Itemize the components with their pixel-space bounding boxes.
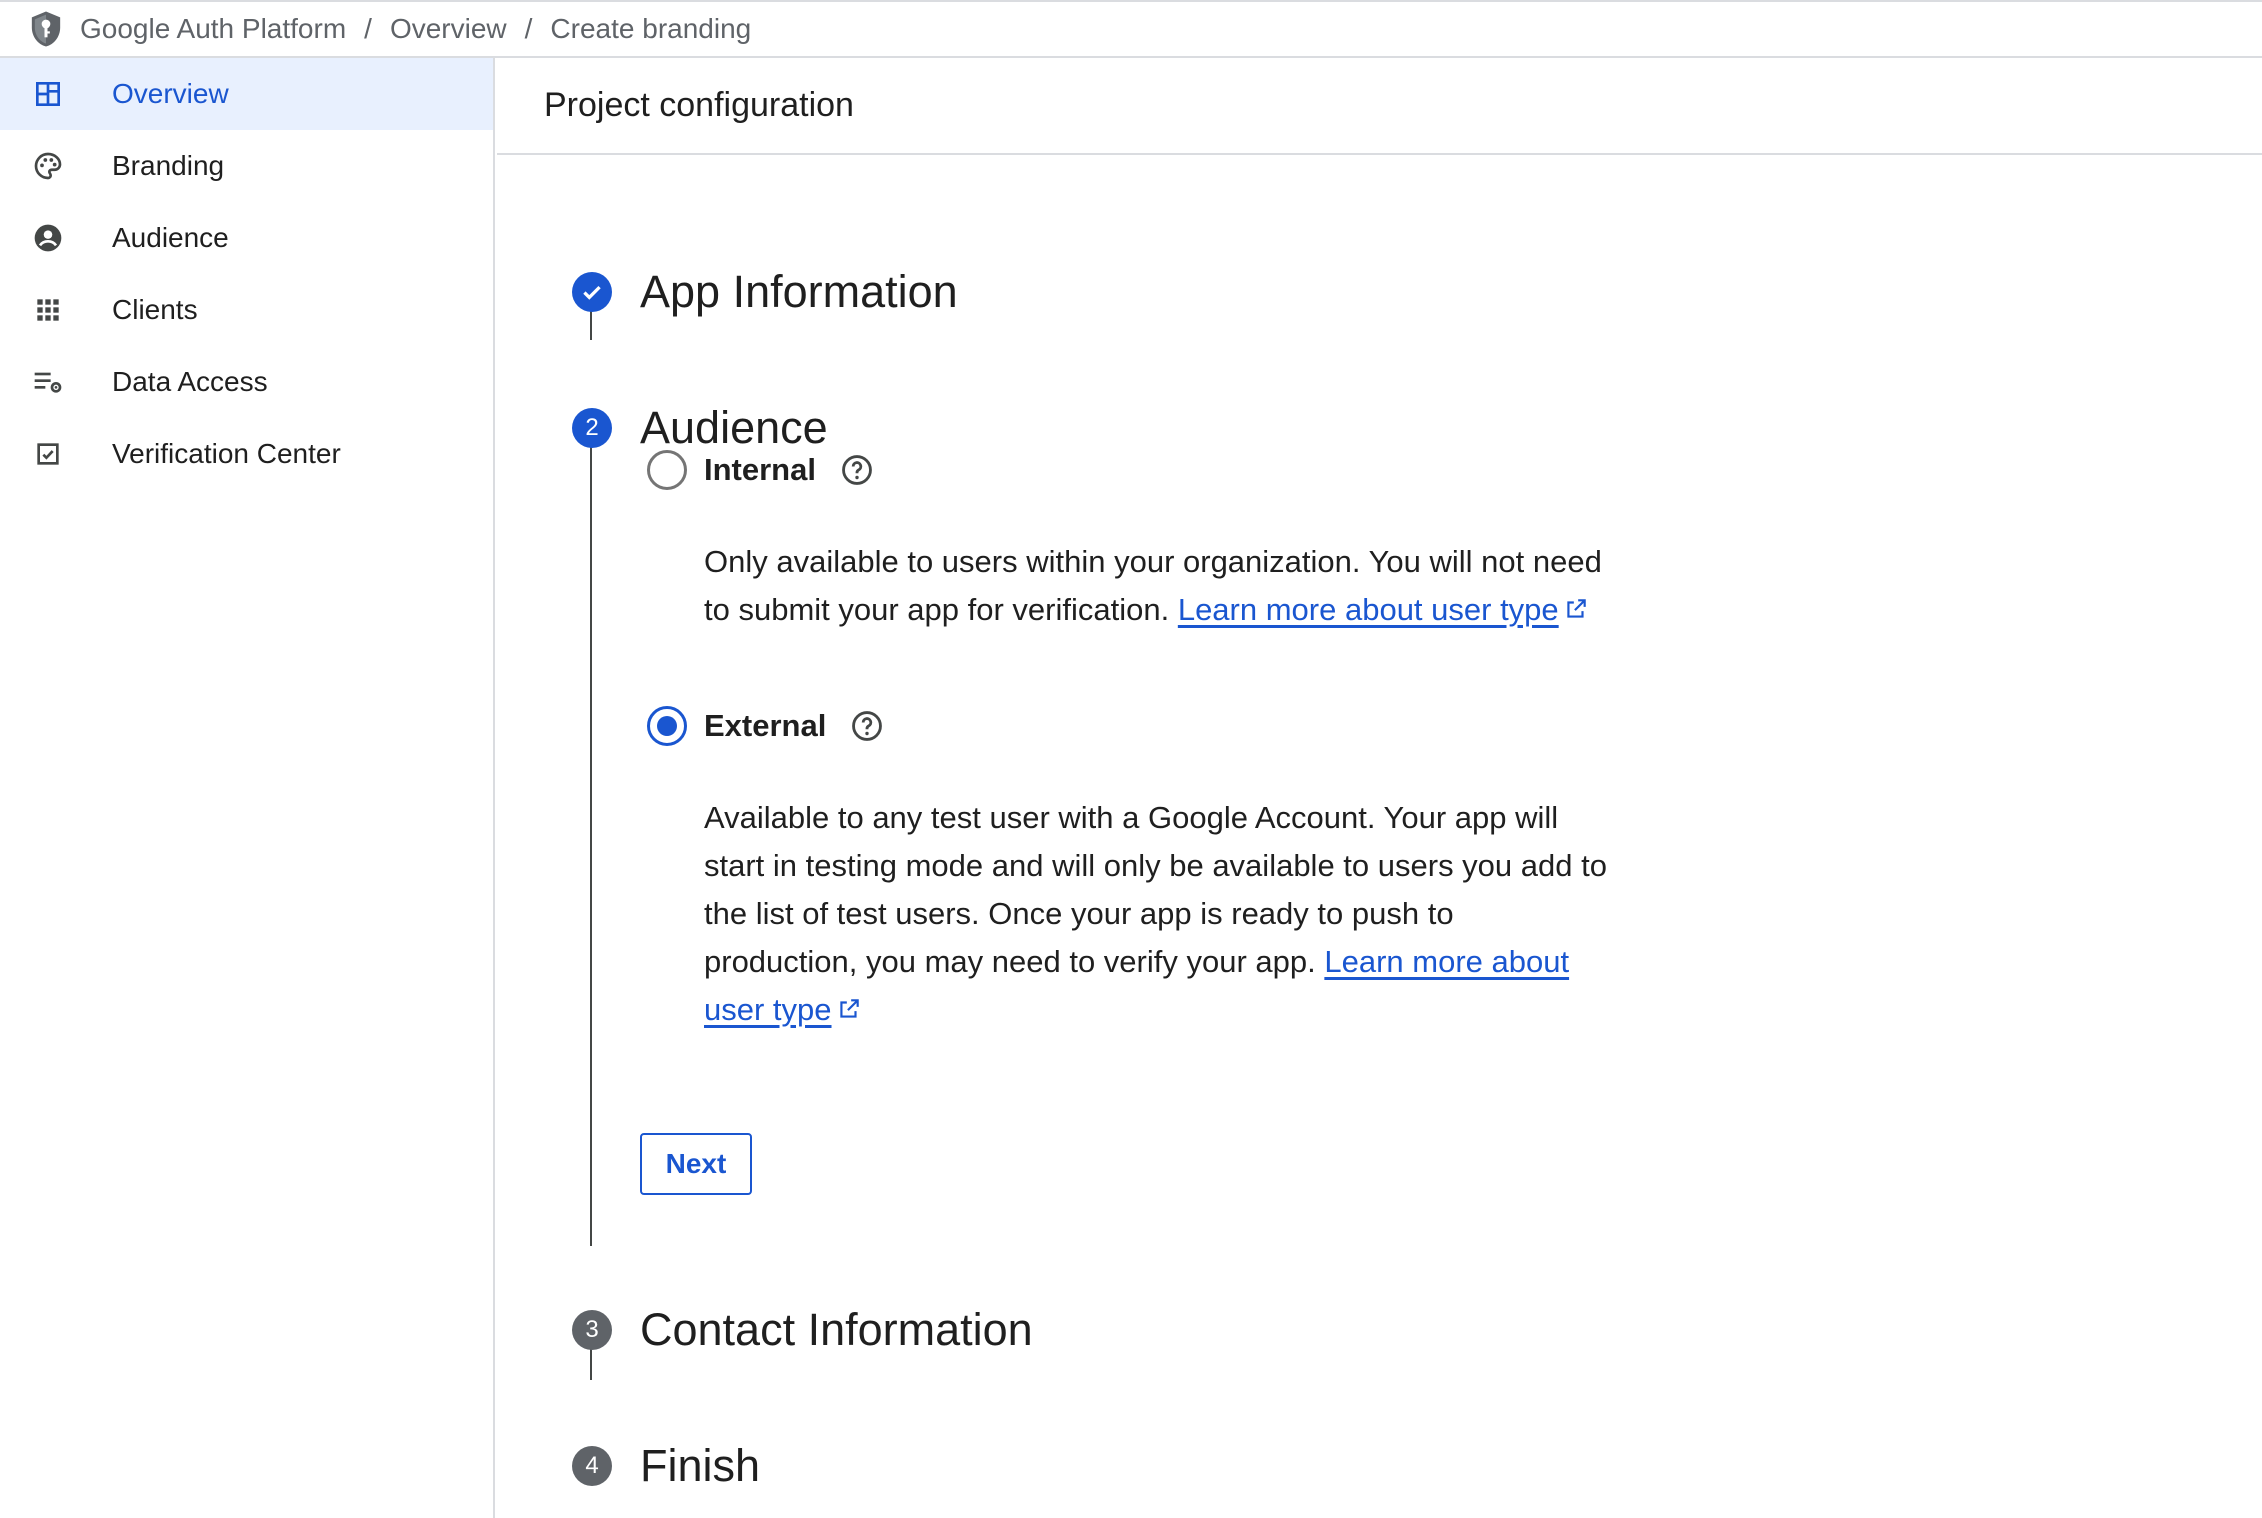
account-circle-icon bbox=[32, 222, 64, 254]
sidebar-item-data-access[interactable]: Data Access bbox=[0, 346, 493, 418]
list-settings-icon bbox=[32, 366, 64, 398]
external-radio[interactable] bbox=[647, 706, 687, 746]
internal-description: Only available to users within your orga… bbox=[704, 538, 1614, 634]
step-connector bbox=[590, 446, 592, 1246]
open-in-new-icon bbox=[1567, 599, 1586, 618]
sidebar-item-label: Verification Center bbox=[112, 438, 341, 469]
check-circle-icon bbox=[572, 272, 612, 312]
step-title: Finish bbox=[640, 1440, 761, 1491]
sidebar-item-label: Overview bbox=[112, 78, 229, 109]
internal-radio[interactable] bbox=[647, 450, 687, 490]
step-app-information[interactable]: App Information bbox=[572, 266, 958, 318]
top-bar: Google Auth Platform / Overview / Create… bbox=[0, 0, 2262, 58]
step-title: Contact Information bbox=[640, 1304, 1033, 1355]
step-number-badge: 3 bbox=[572, 1310, 612, 1350]
step-number-badge: 4 bbox=[572, 1446, 612, 1486]
external-description: Available to any test user with a Google… bbox=[704, 794, 1614, 1034]
open-in-new-icon bbox=[839, 999, 859, 1018]
sidebar-item-audience[interactable]: Audience bbox=[0, 202, 493, 274]
breadcrumb-separator: / bbox=[364, 13, 372, 44]
sidebar: Overview Branding Audience Clients Data … bbox=[0, 58, 495, 1518]
breadcrumb-separator: / bbox=[524, 13, 533, 44]
sidebar-item-branding[interactable]: Branding bbox=[0, 130, 493, 202]
help-icon[interactable] bbox=[840, 453, 874, 487]
breadcrumb-google-auth-platform[interactable]: Google Auth Platform bbox=[80, 13, 346, 45]
learn-more-user-type-link[interactable]: Learn more about user type bbox=[1178, 592, 1559, 627]
step-number-badge: 2 bbox=[572, 408, 612, 448]
step-title: Audience bbox=[640, 402, 828, 453]
breadcrumb-create-branding: Create branding bbox=[550, 13, 752, 44]
step-audience[interactable]: 2 Audience bbox=[572, 402, 828, 454]
shield-key-icon bbox=[31, 11, 61, 47]
step-contact-information[interactable]: 3 Contact Information bbox=[572, 1304, 1033, 1356]
grid-icon bbox=[32, 294, 64, 326]
internal-label[interactable]: Internal bbox=[704, 452, 816, 488]
audience-option-external: External bbox=[647, 706, 884, 746]
sidebar-item-verification-center[interactable]: Verification Center bbox=[0, 418, 493, 490]
checkbox-icon bbox=[32, 438, 64, 470]
external-label[interactable]: External bbox=[704, 708, 826, 744]
palette-icon bbox=[32, 150, 64, 182]
main-content: Project configuration App Information 2 … bbox=[497, 58, 2262, 1518]
step-title: App Information bbox=[640, 266, 958, 317]
sidebar-item-label: Audience bbox=[112, 222, 229, 253]
help-icon[interactable] bbox=[850, 709, 884, 743]
breadcrumb: Google Auth Platform / Overview / Create… bbox=[80, 13, 751, 45]
breadcrumb-overview[interactable]: Overview bbox=[390, 13, 507, 45]
next-button[interactable]: Next bbox=[640, 1133, 752, 1195]
sidebar-item-label: Data Access bbox=[112, 366, 268, 397]
setup-stepper: App Information 2 Audience Internal Only… bbox=[497, 58, 2262, 1518]
audience-option-internal: Internal bbox=[647, 450, 874, 490]
sidebar-item-label: Clients bbox=[112, 294, 198, 325]
sidebar-item-label: Branding bbox=[112, 150, 225, 181]
sidebar-item-overview[interactable]: Overview bbox=[0, 58, 493, 130]
dashboard-icon bbox=[32, 78, 64, 110]
sidebar-item-clients[interactable]: Clients bbox=[0, 274, 493, 346]
step-finish[interactable]: 4 Finish bbox=[572, 1440, 760, 1492]
